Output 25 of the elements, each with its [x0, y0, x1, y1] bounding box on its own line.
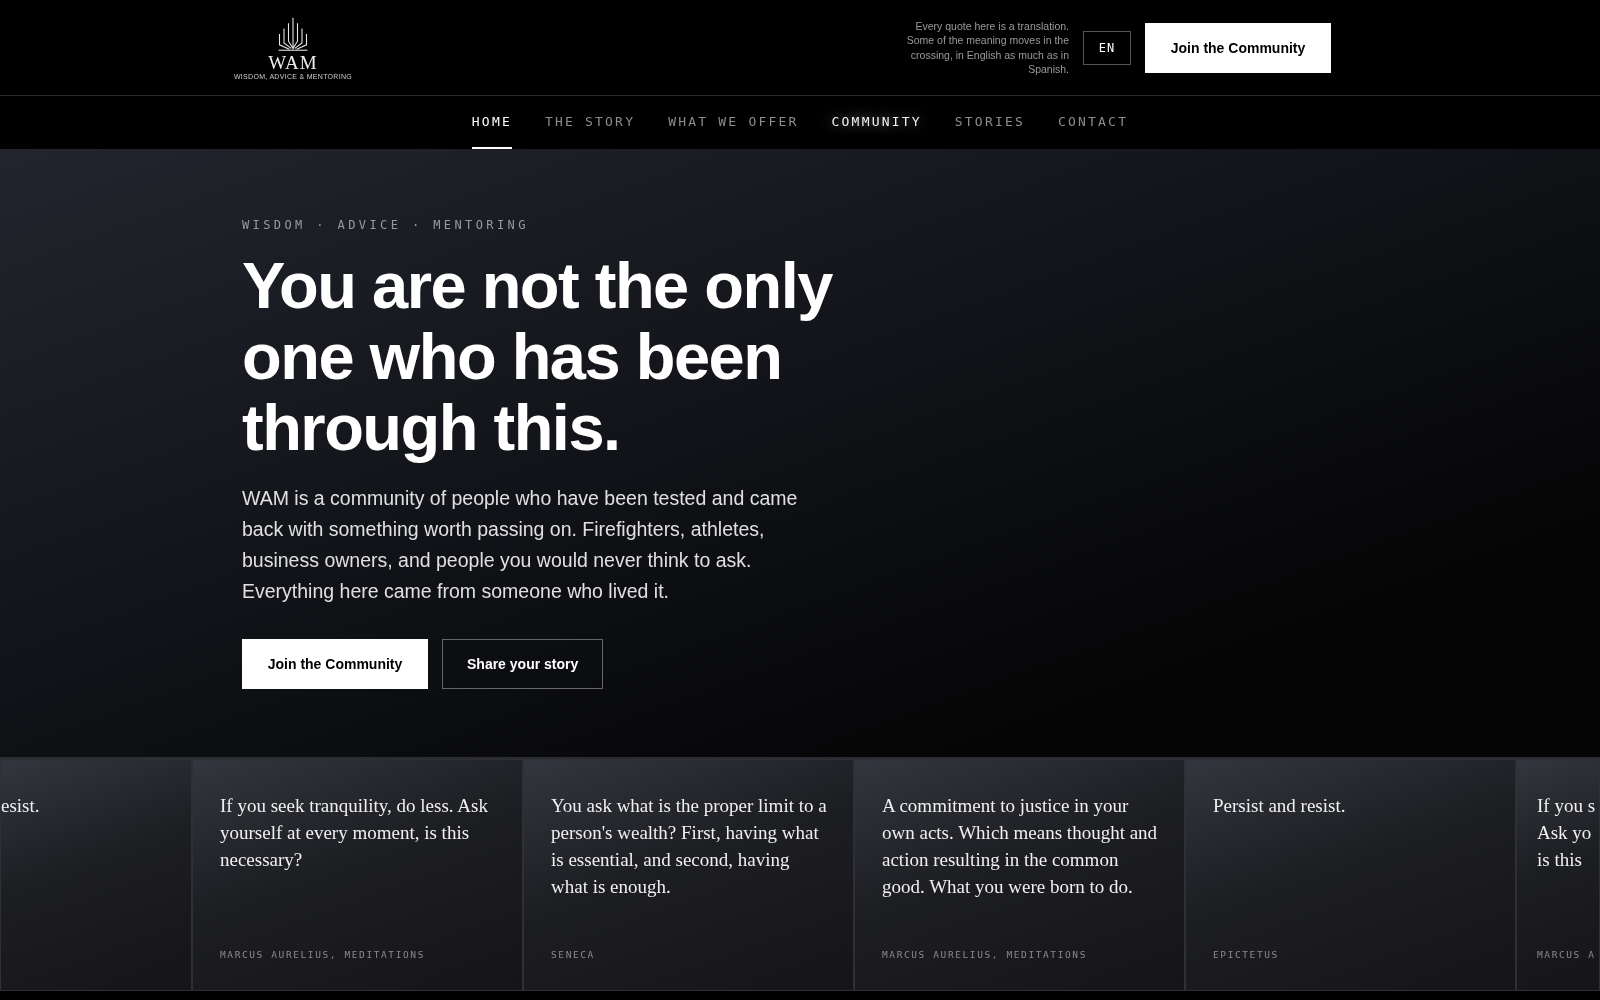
nav-link[interactable]: CONTACT [1058, 96, 1129, 149]
share-story-button[interactable]: Share your story [442, 638, 604, 689]
nav-link[interactable]: COMMUNITY [831, 96, 922, 149]
join-button[interactable]: Join the Community [242, 638, 428, 689]
nav-link[interactable]: THE STORY [544, 96, 636, 149]
logo-wordmark: WAM [268, 53, 318, 73]
nav-link[interactable]: WHAT WE OFFER [668, 96, 799, 149]
quote-text: esist. [1, 794, 41, 818]
quote-text: Persist and resist. [1213, 794, 1347, 818]
quote-author: EPICTETUS [1213, 949, 1280, 960]
quote-text: A commitment to justice in your own acts. Which means thought and action resulting in the common good. What you were born to do. [882, 794, 1158, 899]
hero-description: WAM is a community of people who have been tested and came back with something worth passing on. Firefighters, athletes, business owners, and people you would never think to ask. Everything here came from someone who lived it. [242, 485, 799, 604]
quote-author: MARCUS AURELIUS, MEDITATIONS [882, 949, 1088, 960]
quote-text: If you s Ask yo is this [1537, 794, 1597, 872]
hero-eyebrow: WISDOM · ADVICE · MENTORING [242, 217, 530, 232]
hero-heading: You are not the only one who has been through this. [242, 249, 834, 463]
quote-author: MARCUS AURELIUS, MEDITATIONS [220, 949, 426, 960]
language-button[interactable]: EN [1083, 30, 1131, 65]
translation-note: Every quote here is a translation. Some of the meaning moves in the crossing, in English as much as in Spanish. [905, 18, 1069, 77]
quote-author: MARCUS A [1537, 949, 1597, 960]
quote-text: If you seek tranquility, do less. Ask yourself at every moment, is this necessary? [220, 794, 489, 872]
nav-link[interactable]: STORIES [954, 96, 1025, 149]
quote-author: SENECA [551, 949, 596, 960]
quote-text: You ask what is the proper limit to a person's wealth? First, having what is essential, and second, having what is enough. [551, 794, 827, 899]
join-button[interactable]: Join the Community [1145, 22, 1331, 73]
